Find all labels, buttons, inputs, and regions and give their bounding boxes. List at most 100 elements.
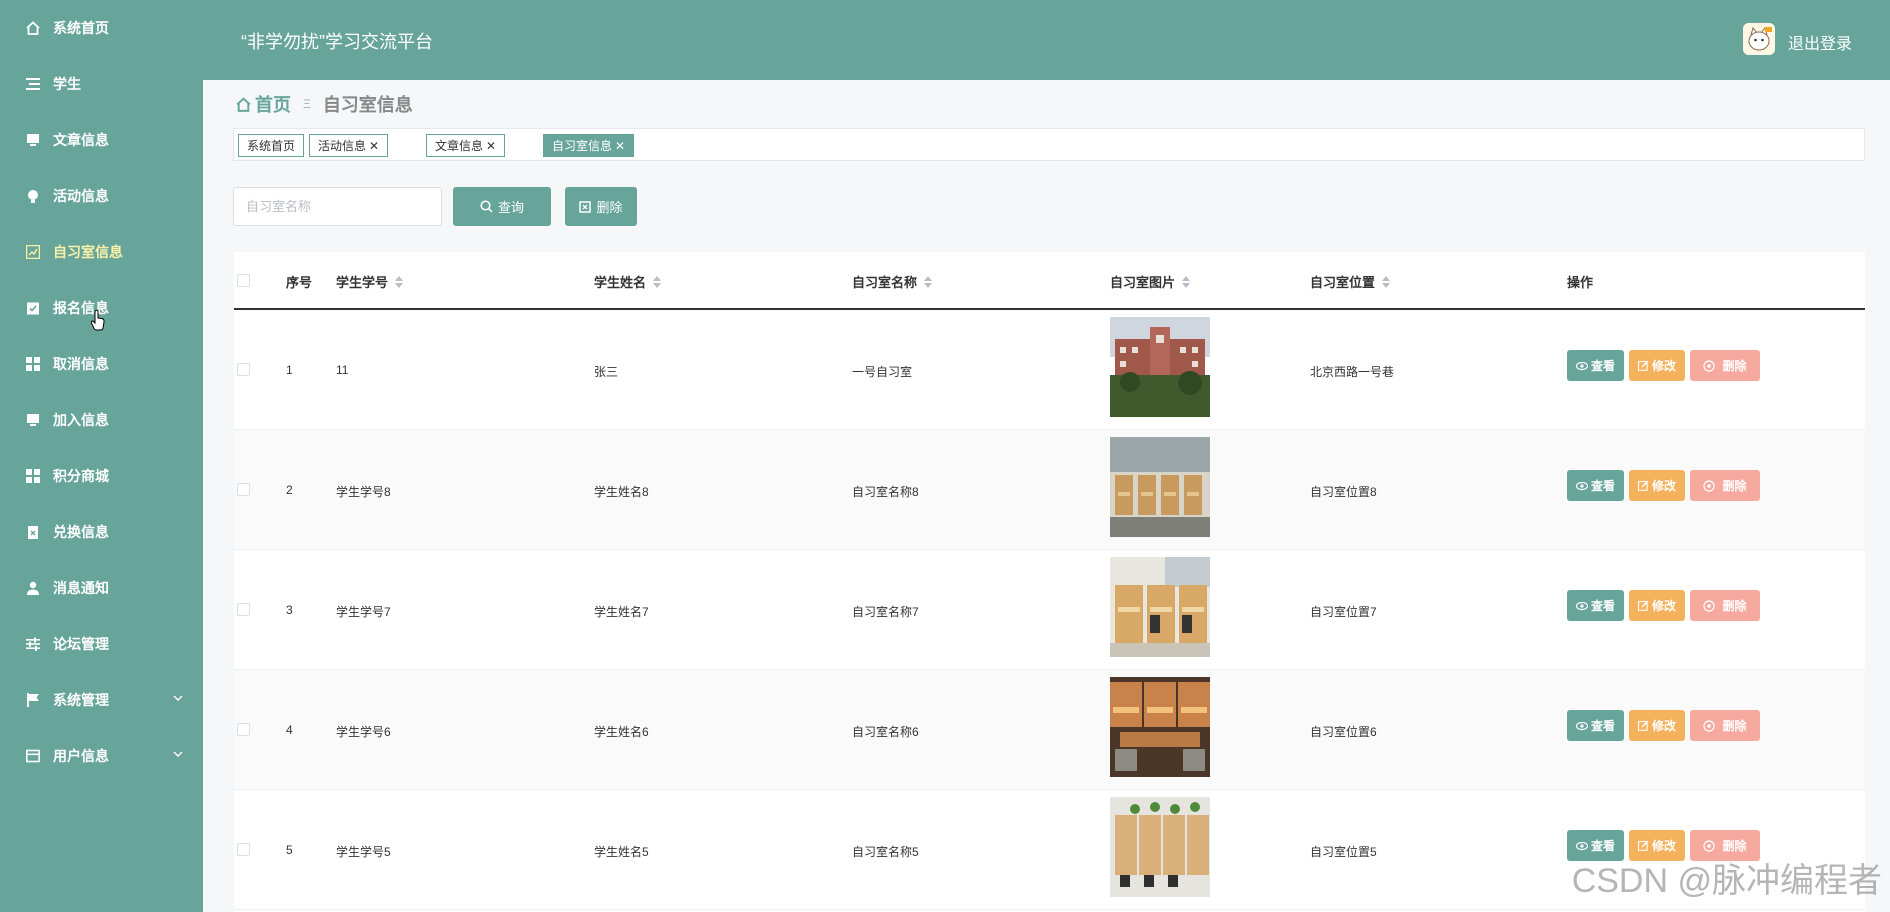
sidebar-item-cancel[interactable]: 取消信息 xyxy=(0,336,203,392)
sidebar-item-label: 用户信息 xyxy=(53,748,109,764)
table-row: 1 11 张三 一号自习室 北京西路一号巷 查看 修改 删除 xyxy=(234,310,1865,430)
close-icon[interactable]: ✕ xyxy=(369,139,379,153)
tag-study-room[interactable]: 自习室信息 ✕ xyxy=(543,134,635,157)
clipboard-icon xyxy=(25,300,41,316)
column-student-no[interactable]: 学生学号 xyxy=(336,272,404,291)
home-icon xyxy=(236,96,251,112)
sidebar-item-label: 系统首页 xyxy=(53,20,109,36)
eye-icon xyxy=(1575,481,1588,490)
sidebar-item-study-room[interactable]: 自习室信息 xyxy=(0,224,203,280)
sidebar-item-system[interactable]: 系统管理 xyxy=(0,672,203,728)
user-icon xyxy=(25,580,41,596)
sidebar-item-join[interactable]: 加入信息 xyxy=(0,392,203,448)
delete-circle-icon xyxy=(1703,599,1716,612)
sidebar-item-label: 学生 xyxy=(53,76,81,92)
chevron-down-icon xyxy=(173,695,183,701)
cell-student-name: 学生姓名5 xyxy=(594,845,649,859)
room-image[interactable] xyxy=(1110,557,1210,657)
view-button[interactable]: 查看 xyxy=(1567,590,1624,621)
edit-icon xyxy=(1638,360,1649,371)
delete-circle-icon xyxy=(1703,359,1716,372)
cell-index: 4 xyxy=(286,723,293,737)
cell-location: 自习室位置7 xyxy=(1310,605,1377,619)
edit-button[interactable]: 修改 xyxy=(1629,710,1685,741)
eye-icon xyxy=(1575,361,1588,370)
room-image[interactable] xyxy=(1110,317,1210,417)
sidebar-item-activities[interactable]: 活动信息 xyxy=(0,168,203,224)
cell-room-name: 自习室名称8 xyxy=(852,485,919,499)
column-room-name[interactable]: 自习室名称 xyxy=(852,272,933,291)
tag-label: 自习室信息 xyxy=(552,139,613,153)
edit-button[interactable]: 修改 xyxy=(1629,590,1685,621)
sidebar-item-signup[interactable]: 报名信息 xyxy=(0,280,203,336)
close-icon[interactable]: ✕ xyxy=(486,139,496,153)
row-checkbox[interactable] xyxy=(237,723,250,736)
sort-icon[interactable] xyxy=(1182,275,1191,288)
sidebar-item-notices[interactable]: 消息通知 xyxy=(0,560,203,616)
delete-button[interactable]: 删除 xyxy=(1690,350,1760,381)
close-icon[interactable]: ✕ xyxy=(615,139,625,153)
row-checkbox[interactable] xyxy=(237,483,250,496)
column-student-name[interactable]: 学生姓名 xyxy=(594,272,662,291)
delete-button[interactable]: 删除 xyxy=(1690,470,1760,501)
cell-index: 1 xyxy=(286,363,293,377)
delete-circle-icon xyxy=(1703,839,1716,852)
row-checkbox[interactable] xyxy=(237,363,250,376)
delete-icon xyxy=(579,200,592,213)
sidebar-item-user-info[interactable]: 用户信息 xyxy=(0,728,203,784)
column-room-image[interactable]: 自习室图片 xyxy=(1110,272,1191,291)
study-room-name-search-input[interactable] xyxy=(233,187,442,226)
view-button[interactable]: 查看 xyxy=(1567,710,1624,741)
query-button[interactable]: 查询 xyxy=(453,187,551,226)
sidebar-item-points-mall[interactable]: 积分商城 xyxy=(0,448,203,504)
row-checkbox[interactable] xyxy=(237,603,250,616)
row-checkbox[interactable] xyxy=(237,843,250,856)
room-image[interactable] xyxy=(1110,677,1210,777)
edit-button[interactable]: 修改 xyxy=(1629,470,1685,501)
sidebar-item-forum[interactable]: 论坛管理 xyxy=(0,616,203,672)
cell-student-name: 学生姓名8 xyxy=(594,485,649,499)
breadcrumb-home[interactable]: 首页 xyxy=(255,91,291,117)
sidebar-item-label: 文章信息 xyxy=(53,132,109,148)
room-image[interactable] xyxy=(1110,437,1210,537)
sidebar-item-articles[interactable]: 文章信息 xyxy=(0,112,203,168)
search-icon xyxy=(480,200,493,213)
edit-button[interactable]: 修改 xyxy=(1629,350,1685,381)
sidebar-item-home[interactable]: 系统首页 xyxy=(0,0,203,56)
tag-articles[interactable]: 文章信息 ✕ xyxy=(426,134,506,157)
logout-link[interactable]: 退出登录 xyxy=(1788,30,1852,54)
column-room-location[interactable]: 自习室位置 xyxy=(1310,272,1391,291)
csdn-watermark: CSDN @脉冲编程者 xyxy=(1571,862,1882,900)
cell-room-name: 自习室名称5 xyxy=(852,845,919,859)
sidebar-item-label: 加入信息 xyxy=(53,412,109,428)
sliders-icon xyxy=(25,636,41,652)
cell-room-name: 一号自习室 xyxy=(852,365,913,379)
cell-student-no: 11 xyxy=(336,363,349,377)
batch-delete-button[interactable]: 删除 xyxy=(565,187,637,226)
cell-student-no: 学生学号5 xyxy=(336,845,391,859)
sidebar-item-students[interactable]: 学生 xyxy=(0,56,203,112)
study-room-table: 序号 学生学号 学生姓名 自习室名称 自习室图片 自习室位置 操作 1 11 张… xyxy=(234,252,1865,912)
view-button[interactable]: 查看 xyxy=(1567,350,1624,381)
app-title: “非学勿扰”学习交流平台 xyxy=(241,32,433,52)
table-header: 序号 学生学号 学生姓名 自习室名称 自习室图片 自习室位置 操作 xyxy=(234,252,1865,310)
cursor-hand-icon xyxy=(90,309,105,331)
select-all-checkbox[interactable] xyxy=(237,274,250,287)
sidebar-item-exchange[interactable]: 兑换信息 xyxy=(0,504,203,560)
tag-activities[interactable]: 活动信息 ✕ xyxy=(309,134,389,157)
avatar[interactable] xyxy=(1743,23,1775,55)
cell-location: 自习室位置5 xyxy=(1310,845,1377,859)
sidebar-item-label: 消息通知 xyxy=(53,580,109,596)
tag-home[interactable]: 系统首页 xyxy=(238,134,305,157)
query-button-label: 查询 xyxy=(497,200,524,215)
sort-icon[interactable] xyxy=(1382,275,1391,288)
sort-icon[interactable] xyxy=(395,275,404,288)
sort-icon[interactable] xyxy=(653,275,662,288)
tag-label: 系统首页 xyxy=(247,139,296,153)
sidebar-item-label: 论坛管理 xyxy=(53,636,109,652)
sort-icon[interactable] xyxy=(924,275,933,288)
delete-button[interactable]: 删除 xyxy=(1690,590,1760,621)
room-image[interactable] xyxy=(1110,797,1210,897)
delete-button[interactable]: 删除 xyxy=(1690,710,1760,741)
view-button[interactable]: 查看 xyxy=(1567,470,1624,501)
